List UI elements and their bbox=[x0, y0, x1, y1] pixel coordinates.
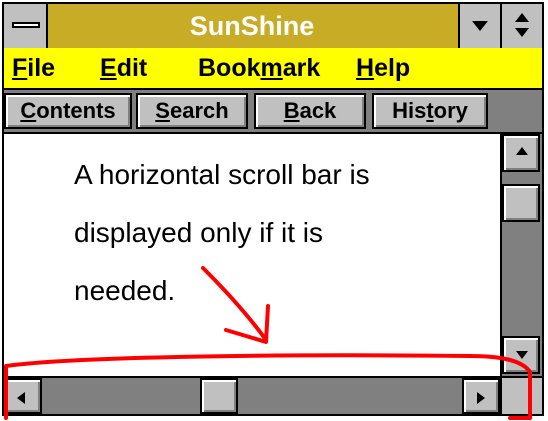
history-mnemonic: t bbox=[426, 98, 434, 123]
left-arrow-icon bbox=[17, 392, 25, 404]
back-mnemonic: B bbox=[283, 98, 300, 123]
right-arrow-icon bbox=[477, 392, 485, 404]
help-text-line: A horizontal scroll bar is bbox=[74, 159, 370, 190]
minimize-arrow-icon bbox=[472, 21, 488, 31]
maximize-down-arrow-icon bbox=[515, 28, 529, 37]
scroll-right-button[interactable] bbox=[462, 378, 500, 414]
menu-help[interactable]: Help bbox=[356, 48, 410, 88]
menu-edit[interactable]: Edit bbox=[100, 48, 147, 88]
minimize-button[interactable] bbox=[458, 4, 500, 48]
search-mnemonic: S bbox=[155, 98, 170, 123]
scroll-down-button[interactable] bbox=[502, 336, 540, 374]
button-bar: Contents Search Back History bbox=[4, 90, 542, 134]
vertical-scrollbar[interactable] bbox=[500, 134, 542, 376]
help-window: SunShine File Edit Bookmark Help Content… bbox=[2, 2, 544, 416]
contents-button[interactable]: Contents bbox=[4, 93, 132, 129]
scroll-up-button[interactable] bbox=[502, 134, 540, 172]
scrollbar-corner bbox=[500, 376, 542, 414]
system-menu-icon bbox=[12, 22, 40, 28]
back-button[interactable]: Back bbox=[254, 93, 366, 129]
window-title: SunShine bbox=[189, 11, 315, 41]
system-menu-button[interactable] bbox=[4, 4, 48, 48]
menu-file[interactable]: File bbox=[12, 48, 55, 88]
title-bar[interactable]: SunShine bbox=[4, 4, 542, 50]
search-button[interactable]: Search bbox=[136, 93, 248, 129]
help-content-area: A horizontal scroll bar is displayed onl… bbox=[4, 134, 500, 372]
menu-bar: File Edit Bookmark Help bbox=[4, 48, 542, 90]
menu-bookmark[interactable]: Bookmark bbox=[198, 48, 320, 88]
horizontal-scrollbar[interactable] bbox=[4, 376, 500, 414]
maximize-up-arrow-icon bbox=[515, 13, 529, 22]
scroll-left-button[interactable] bbox=[4, 378, 42, 414]
history-button[interactable]: History bbox=[372, 93, 488, 129]
menu-bookmark-mnemonic: m bbox=[260, 54, 283, 82]
contents-mnemonic: C bbox=[20, 98, 37, 123]
maximize-button[interactable] bbox=[500, 4, 542, 48]
menu-file-mnemonic: F bbox=[12, 54, 28, 82]
help-text-line: needed. bbox=[74, 275, 176, 306]
up-arrow-icon bbox=[516, 147, 528, 155]
horizontal-scroll-thumb[interactable] bbox=[200, 378, 238, 414]
help-text: A horizontal scroll bar is displayed onl… bbox=[74, 146, 474, 320]
menu-help-mnemonic: H bbox=[356, 54, 375, 82]
help-text-line: displayed only if it is bbox=[74, 217, 324, 248]
menu-edit-mnemonic: E bbox=[100, 54, 117, 82]
down-arrow-icon bbox=[516, 351, 528, 359]
vertical-scroll-thumb[interactable] bbox=[502, 184, 540, 222]
